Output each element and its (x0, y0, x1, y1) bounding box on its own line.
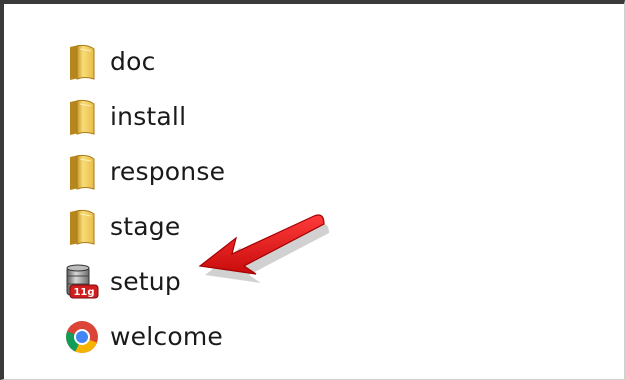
folder-icon (62, 207, 102, 247)
file-name: stage (110, 212, 181, 241)
file-name: response (110, 157, 226, 186)
explorer-window: doc install response stage 11g setup wel… (0, 0, 625, 380)
file-item-response[interactable]: response (62, 144, 225, 199)
file-list: doc install response stage 11g setup wel… (62, 34, 225, 364)
file-name: welcome (110, 322, 223, 351)
oracle-setup-icon: 11g (62, 262, 102, 302)
folder-icon (62, 152, 102, 192)
file-name: install (110, 102, 187, 131)
file-item-doc[interactable]: doc (62, 34, 225, 89)
folder-icon (62, 97, 102, 137)
file-item-welcome[interactable]: welcome (62, 309, 225, 364)
folder-icon (62, 42, 102, 82)
file-name: setup (110, 267, 181, 296)
file-name: doc (110, 47, 156, 76)
red-arrow-icon (198, 214, 329, 283)
file-item-install[interactable]: install (62, 89, 225, 144)
oracle-badge: 11g (73, 287, 94, 298)
chrome-html-icon (62, 317, 102, 357)
